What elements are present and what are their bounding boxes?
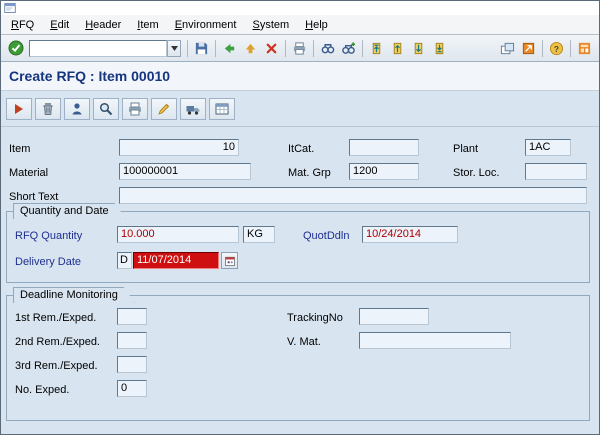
- print-button[interactable]: [289, 38, 310, 58]
- delivery-date-picker-button[interactable]: [221, 252, 238, 269]
- menu-item-item[interactable]: Item: [129, 17, 166, 33]
- command-field-box: [29, 39, 181, 57]
- plant-field[interactable]: 1AC: [525, 139, 571, 156]
- rem1-field[interactable]: [117, 308, 147, 325]
- tracking-no-label: TrackingNo: [287, 312, 343, 324]
- print-preview-button[interactable]: [122, 97, 148, 120]
- rfq-quantity-field[interactable]: 10.000: [117, 226, 239, 243]
- calendar-icon: [224, 256, 235, 266]
- quantity-and-date-group-title: Quantity and Date: [13, 203, 126, 219]
- page-down-button[interactable]: [408, 38, 429, 58]
- menu-item-rfq[interactable]: RFQ: [3, 17, 42, 33]
- back-button[interactable]: [219, 38, 240, 58]
- save-button[interactable]: [191, 38, 212, 58]
- page-up-button[interactable]: [387, 38, 408, 58]
- toolbar-separator: [285, 39, 286, 57]
- mat-grp-label: Mat. Grp: [288, 167, 331, 179]
- no-exped-label: No. Exped.: [15, 384, 70, 396]
- statistics-button[interactable]: [209, 97, 235, 120]
- item-field[interactable]: 10: [119, 139, 239, 156]
- find-button[interactable]: [317, 38, 338, 58]
- rem2-label: 2nd Rem./Exped.: [15, 336, 100, 348]
- delivery-date-field[interactable]: 11/07/2014: [133, 252, 219, 269]
- person-icon: [72, 102, 82, 114]
- v-mat-label: V. Mat.: [287, 336, 321, 348]
- stor-loc-label: Stor. Loc.: [453, 167, 500, 179]
- quot-deadline-field[interactable]: 10/24/2014: [362, 226, 458, 243]
- command-dropdown-button[interactable]: [167, 39, 181, 57]
- first-page-button[interactable]: [366, 38, 387, 58]
- short-text-field[interactable]: [119, 187, 587, 204]
- next-item-button[interactable]: [6, 97, 32, 120]
- rfq-quantity-label: RFQ Quantity: [15, 230, 83, 242]
- last-page-button[interactable]: [429, 38, 450, 58]
- menu-bar: RFQ Edit Header Item Environment System …: [1, 15, 599, 35]
- menu-item-environment[interactable]: Environment: [167, 17, 245, 33]
- toolbar-separator: [542, 39, 543, 57]
- menu-item-system[interactable]: System: [244, 17, 297, 33]
- exit-button[interactable]: [240, 38, 261, 58]
- customize-layout-button[interactable]: [574, 38, 595, 58]
- quantity-and-date-group: Quantity and Date RFQ Quantity 10.000 KG…: [6, 211, 590, 283]
- toolbar-separator: [570, 39, 571, 57]
- delivery-schedule-button[interactable]: [180, 97, 206, 120]
- tracking-no-field[interactable]: [359, 308, 429, 325]
- itcat-label: ItCat.: [288, 143, 315, 155]
- quot-deadline-label: QuotDdln: [303, 230, 350, 242]
- window-titlebar: [1, 1, 599, 15]
- item-details-button[interactable]: [93, 97, 119, 120]
- rem3-label: 3rd Rem./Exped.: [15, 360, 98, 372]
- command-field[interactable]: [29, 39, 167, 57]
- plant-label: Plant: [453, 143, 479, 155]
- application-toolbar: [1, 91, 599, 127]
- menu-item-header[interactable]: Header: [77, 17, 129, 33]
- rem2-field[interactable]: [117, 332, 147, 349]
- material-field[interactable]: 100000001: [119, 163, 251, 180]
- item-label: Item: [9, 143, 31, 155]
- item-detail-form: Item 10 ItCat. Plant 1AC Material 100000…: [1, 127, 599, 434]
- toolbar-right-group: ?: [497, 38, 595, 58]
- truck-icon: [186, 105, 200, 115]
- find-next-button[interactable]: [338, 38, 359, 58]
- delivery-period-field[interactable]: D: [117, 252, 132, 269]
- deadline-monitoring-group: Deadline Monitoring 1st Rem./Exped. Trac…: [6, 295, 590, 421]
- enter-button[interactable]: [5, 38, 26, 58]
- toolbar-separator: [362, 39, 363, 57]
- cancel-button[interactable]: [261, 38, 282, 58]
- rem3-field[interactable]: [117, 356, 147, 373]
- title-bar: Create RFQ : Item 00010: [1, 62, 599, 91]
- window-icon: [4, 2, 16, 14]
- menu-item-edit[interactable]: Edit: [42, 17, 77, 33]
- menu-item-help[interactable]: Help: [297, 17, 336, 33]
- magnifier-icon: [99, 102, 113, 115]
- mat-grp-field[interactable]: 1200: [349, 163, 419, 180]
- sap-window: RFQ Edit Header Item Environment System …: [0, 0, 600, 435]
- page-title: Create RFQ : Item 00010: [9, 68, 171, 84]
- printer-icon: [129, 102, 141, 115]
- no-exped-field[interactable]: 0: [117, 380, 147, 397]
- svg-text:?: ?: [554, 43, 559, 53]
- unit-field[interactable]: KG: [243, 226, 275, 243]
- trash-icon: [43, 102, 53, 115]
- address-button[interactable]: [64, 97, 90, 120]
- help-button[interactable]: ?: [546, 38, 567, 58]
- deadline-monitoring-group-title: Deadline Monitoring: [13, 287, 135, 303]
- standard-toolbar: ?: [1, 35, 599, 62]
- create-shortcut-button[interactable]: [518, 38, 539, 58]
- table-icon: [215, 103, 229, 114]
- delete-button[interactable]: [35, 97, 61, 120]
- toolbar-separator: [215, 39, 216, 57]
- material-label: Material: [9, 167, 49, 179]
- rem1-label: 1st Rem./Exped.: [15, 312, 97, 324]
- pencil-icon: [158, 103, 170, 115]
- itcat-field[interactable]: [349, 139, 419, 156]
- toolbar-separator: [313, 39, 314, 57]
- v-mat-field[interactable]: [359, 332, 511, 349]
- toolbar-separator: [187, 39, 188, 57]
- new-session-button[interactable]: [497, 38, 518, 58]
- arrow-right-icon: [15, 103, 23, 114]
- edit-button[interactable]: [151, 97, 177, 120]
- stor-loc-field[interactable]: [525, 163, 587, 180]
- delivery-date-label: Delivery Date: [15, 256, 82, 268]
